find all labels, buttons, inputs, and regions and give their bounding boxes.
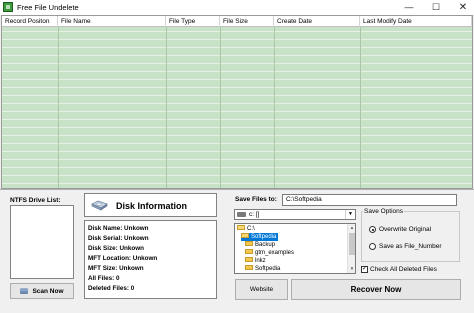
column-last-modify-date[interactable]: Last Modify Date: [360, 16, 472, 27]
save-options-group: [361, 211, 460, 262]
column-file-type[interactable]: File Type: [166, 16, 220, 27]
scan-icon: [20, 288, 29, 294]
ntfs-drive-list-label: NTFS Drive List:: [10, 197, 61, 204]
scroll-thumb[interactable]: [349, 233, 355, 255]
tree-item-gtm-examples[interactable]: gtm_examples: [245, 249, 296, 257]
save-as-file-number-label[interactable]: Save as File_Number: [379, 243, 442, 250]
ntfs-drive-list[interactable]: [10, 205, 74, 279]
scroll-down-icon[interactable]: ▼: [348, 265, 355, 273]
scan-now-label: Scan Now: [32, 287, 64, 295]
column-file-size[interactable]: File Size: [220, 16, 274, 27]
window-title: Free File Undelete: [17, 3, 79, 12]
column-divider: [58, 27, 59, 188]
close-button[interactable]: ✕: [450, 0, 474, 15]
file-grid[interactable]: Record Positon File Name File Type File …: [1, 15, 473, 189]
title-bar: Free File Undelete — ☐ ✕: [0, 0, 474, 15]
disk-serial-line: Disk Serial: Unkown: [88, 235, 149, 242]
disk-size-line: Disk Size: Unkown: [88, 245, 144, 252]
column-record-position[interactable]: Record Positon: [2, 16, 58, 27]
save-as-file-number-radio[interactable]: [369, 243, 376, 250]
folder-tree[interactable]: C:\ Softpedia Backup gtm_examples lnkz S…: [234, 223, 356, 274]
chevron-down-icon[interactable]: ▼: [345, 210, 355, 219]
folder-open-icon: [237, 225, 245, 230]
grid-header: Record Positon File Name File Type File …: [2, 16, 472, 27]
tree-item-softpedia-selected[interactable]: Softpedia: [241, 233, 279, 241]
column-file-name[interactable]: File Name: [58, 16, 166, 27]
disk-information-box: Disk Name: Unkown Disk Serial: Unkown Di…: [84, 220, 217, 299]
maximize-button[interactable]: ☐: [423, 0, 449, 15]
disk-name-line: Disk Name: Unkown: [88, 225, 149, 232]
scroll-up-icon[interactable]: ▲: [348, 224, 355, 232]
disk-information-header: Disk Information: [84, 193, 217, 217]
save-options-title: Save Options: [363, 208, 405, 215]
tree-item-lnkz[interactable]: lnkz: [245, 257, 268, 265]
tree-item-c-root[interactable]: C:\: [237, 225, 257, 233]
drive-select[interactable]: c: [] ▼: [234, 209, 356, 220]
tree-item-softpedia[interactable]: Softpedia: [245, 265, 282, 273]
deleted-files-line: Deleted Files: 0: [88, 285, 135, 292]
scan-now-button[interactable]: Scan Now: [10, 283, 74, 299]
check-all-deleted-label[interactable]: Check All Deleted Files: [370, 266, 437, 273]
mft-size-line: MFT Size: Unkown: [88, 265, 144, 272]
drive-icon: [237, 212, 246, 217]
drive-select-value: c: []: [249, 211, 260, 218]
tree-item-label: lnkz: [255, 258, 266, 264]
folder-icon: [245, 249, 253, 254]
recover-now-button[interactable]: Recover Now: [291, 279, 461, 300]
tree-item-backup[interactable]: Backup: [245, 241, 277, 249]
check-all-deleted-checkbox[interactable]: ✓: [361, 266, 368, 273]
tree-scrollbar[interactable]: ▲ ▼: [347, 224, 355, 273]
column-create-date[interactable]: Create Date: [274, 16, 360, 27]
folder-icon: [245, 241, 253, 246]
folder-icon: [245, 257, 253, 262]
save-path-input[interactable]: C:\Softpedia: [282, 194, 457, 206]
mft-location-line: MFT Location: Unkown: [88, 255, 158, 262]
all-files-line: All Files: 0: [88, 275, 120, 282]
tree-item-label: gtm_examples: [255, 250, 295, 256]
website-button[interactable]: Website: [235, 279, 288, 300]
app-icon: [3, 2, 13, 12]
tree-item-label: Backup: [255, 242, 276, 248]
column-divider: [220, 27, 221, 188]
disk-information-title: Disk Information: [116, 201, 188, 211]
tree-item-label: Softpedia: [255, 266, 281, 272]
overwrite-original-radio[interactable]: [369, 226, 376, 233]
save-files-to-label: Save Files to:: [235, 196, 277, 203]
column-divider: [166, 27, 167, 188]
overwrite-original-label[interactable]: Overwrite Original: [379, 226, 431, 233]
column-divider: [360, 27, 361, 188]
hard-disk-icon: [91, 200, 108, 211]
tree-item-label: Softpedia: [251, 234, 277, 240]
panel-separator: [0, 189, 474, 190]
tree-item-label: C:\: [247, 226, 255, 232]
folder-open-icon: [241, 233, 249, 238]
minimize-button[interactable]: —: [396, 0, 422, 15]
column-divider: [274, 27, 275, 188]
folder-icon: [245, 265, 253, 270]
